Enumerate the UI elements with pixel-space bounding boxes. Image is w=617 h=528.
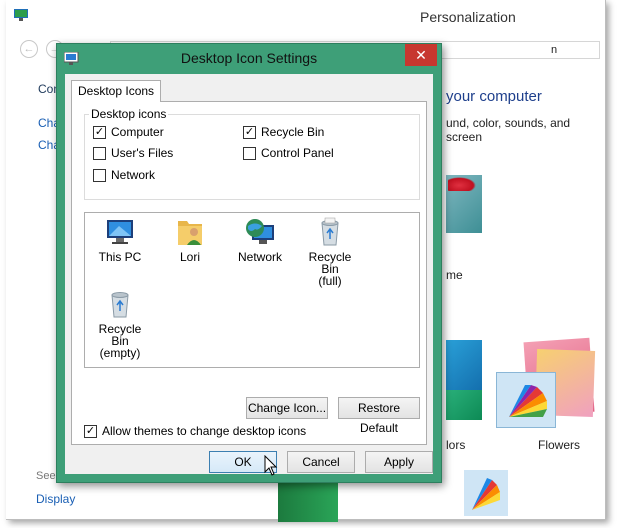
- dialog-title: Desktop Icon Settings: [180, 50, 318, 66]
- theme-thumbnail[interactable]: [446, 340, 482, 420]
- icon-item-recycle-bin-empty[interactable]: Recycle Bin (empty): [89, 289, 151, 359]
- checkbox-box[interactable]: [243, 146, 256, 160]
- page-heading: your computer: [446, 88, 542, 105]
- desktop-icon-settings-dialog: Desktop Icon Settings ✕ Desktop Icons De…: [56, 43, 442, 483]
- change-icon-button[interactable]: Change Icon...: [246, 397, 328, 419]
- icon-item-recycle-bin-full[interactable]: Recycle Bin (full): [299, 217, 361, 287]
- checkbox-label: Computer: [111, 125, 164, 139]
- checkbox-network[interactable]: Network: [93, 168, 155, 182]
- checkbox-label: Control Panel: [261, 146, 334, 160]
- icon-label-line-2: (empty): [99, 346, 141, 360]
- checkbox-recycle-bin[interactable]: ✓ Recycle Bin: [243, 125, 324, 139]
- color-fan-thumbnail[interactable]: [464, 470, 508, 516]
- user-folder-icon: [178, 221, 202, 245]
- icon-label: This PC: [98, 250, 142, 264]
- theme-label-flowers: Flowers: [538, 438, 581, 452]
- color-fan-icon: [509, 385, 547, 417]
- checkbox-box[interactable]: ✓: [243, 125, 256, 139]
- see-also-heading: See: [36, 470, 56, 482]
- address-text: n: [551, 44, 558, 56]
- page-subtext: und, color, sounds, and screen: [446, 116, 571, 144]
- icon-item-lori[interactable]: Lori: [159, 217, 221, 263]
- checkbox-box[interactable]: [93, 168, 106, 182]
- checkbox-box[interactable]: ✓: [84, 424, 97, 438]
- icon-item-this-pc[interactable]: This PC: [89, 217, 151, 263]
- checkbox-control-panel[interactable]: Control Panel: [243, 146, 334, 160]
- close-button[interactable]: ✕: [405, 44, 437, 66]
- checkbox-label: Allow themes to change desktop icons: [102, 424, 307, 438]
- personalization-app-icon: [14, 9, 28, 21]
- network-globe-icon: [246, 219, 274, 244]
- window-title: Personalization: [420, 9, 516, 25]
- theme-thumbnail[interactable]: [446, 175, 482, 233]
- checkbox-box[interactable]: ✓: [93, 125, 106, 139]
- icon-label-line-1: Recycle Bin: [308, 250, 352, 276]
- recycle-bin-full-icon: [321, 217, 339, 246]
- icon-label-line-2: (full): [318, 274, 342, 288]
- icon-label: Network: [237, 250, 282, 264]
- cancel-button[interactable]: Cancel: [287, 451, 355, 473]
- restore-default-button[interactable]: Restore Default: [338, 397, 420, 435]
- icon-label-line-1: Recycle Bin: [98, 322, 142, 348]
- theme-label: lors: [446, 438, 466, 452]
- tab-desktop-icons[interactable]: Desktop Icons: [71, 80, 162, 102]
- checkbox-label: Network: [111, 168, 156, 182]
- group-label: Desktop icons: [89, 107, 169, 121]
- checkbox-box[interactable]: [93, 146, 106, 160]
- icon-preview-list: This PC Lori Network Recycle Bin (full) …: [84, 212, 420, 368]
- checkbox-computer[interactable]: ✓ Computer: [93, 125, 164, 139]
- display-link[interactable]: Display: [36, 492, 75, 506]
- flowers-theme-thumbnail[interactable]: [496, 372, 556, 428]
- tab-panel: Desktop icons ✓ Computer ✓ Recycle Bin U…: [71, 101, 427, 445]
- mouse-cursor-icon: [264, 455, 278, 476]
- icon-item-network[interactable]: Network: [229, 217, 291, 263]
- icon-label: Lori: [179, 250, 200, 264]
- back-arrow-icon[interactable]: ←: [20, 40, 38, 58]
- checkbox-allow-themes[interactable]: ✓ Allow themes to change desktop icons: [84, 424, 306, 438]
- color-fan-icon: [472, 478, 500, 510]
- computer-monitor-icon: [107, 220, 133, 244]
- checkbox-label: User's Files: [111, 146, 174, 160]
- checkbox-users-files[interactable]: User's Files: [93, 146, 173, 160]
- theme-label: me: [446, 268, 463, 282]
- checkbox-label: Recycle Bin: [261, 125, 325, 139]
- dialog-body: Desktop Icons Desktop icons ✓ Computer ✓…: [65, 74, 433, 474]
- desktop-icons-group: Desktop icons ✓ Computer ✓ Recycle Bin U…: [84, 107, 420, 200]
- apply-button[interactable]: Apply: [365, 451, 433, 473]
- recycle-bin-empty-icon: [111, 292, 129, 318]
- theme-thumbnail[interactable]: [278, 482, 338, 522]
